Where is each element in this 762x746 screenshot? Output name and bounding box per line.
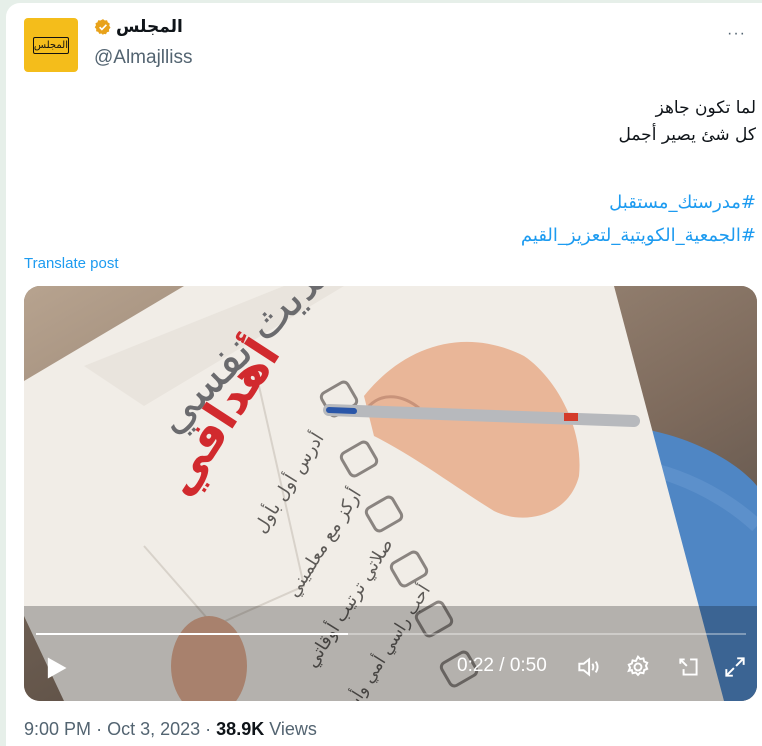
tweet-card: المجلس المجلس @Almajlliss ··· لما تكون ج…	[6, 3, 762, 746]
author-handle[interactable]: @Almajlliss	[94, 47, 192, 69]
author-name-row[interactable]: المجلس	[94, 17, 183, 37]
post-text-line: لما تكون جاهز	[655, 98, 756, 118]
separator: ·	[96, 719, 103, 739]
post-meta: 9:00 PM · Oct 3, 2023 · 38.9K Views	[24, 719, 317, 740]
hashtag-link[interactable]: #الجمعية_الكويتية_لتعزيز_القيم	[521, 219, 756, 252]
hashtag-link[interactable]: #مدرستك_مستقبل	[521, 186, 756, 219]
separator: ·	[205, 719, 212, 739]
hashtag-list: #مدرستك_مستقبل #الجمعية_الكويتية_لتعزيز_…	[521, 186, 756, 252]
fullscreen-icon[interactable]	[722, 654, 748, 680]
verified-badge-icon	[94, 19, 111, 35]
author-display-name: المجلس	[116, 17, 183, 37]
picture-in-picture-icon[interactable]	[676, 654, 702, 680]
post-text: لما تكون جاهز كل شئ يصير أجمل	[618, 95, 756, 149]
translate-post-link[interactable]: Translate post	[24, 255, 119, 272]
avatar-logo: المجلس	[33, 36, 69, 54]
views-label: Views	[269, 719, 317, 739]
post-text-line: كل شئ يصير أجمل	[618, 125, 756, 145]
video-player[interactable]: تحديث نفسي أهدافي أدرس أول بأول أركز مع …	[24, 286, 757, 701]
video-progress-fill	[36, 633, 349, 635]
video-progress-bar[interactable]	[36, 633, 746, 635]
video-frame: تحديث نفسي أهدافي أدرس أول بأول أركز مع …	[24, 286, 757, 701]
video-time: 0:22 / 0:50	[457, 655, 547, 676]
play-icon[interactable]	[42, 654, 70, 682]
post-date[interactable]: Oct 3, 2023	[107, 719, 200, 739]
post-time[interactable]: 9:00 PM	[24, 719, 91, 739]
settings-gear-icon[interactable]	[625, 654, 651, 680]
views-count: 38.9K	[216, 719, 265, 739]
volume-icon[interactable]	[575, 654, 601, 680]
avatar[interactable]: المجلس	[24, 18, 78, 72]
more-options-icon[interactable]: ···	[727, 25, 746, 43]
